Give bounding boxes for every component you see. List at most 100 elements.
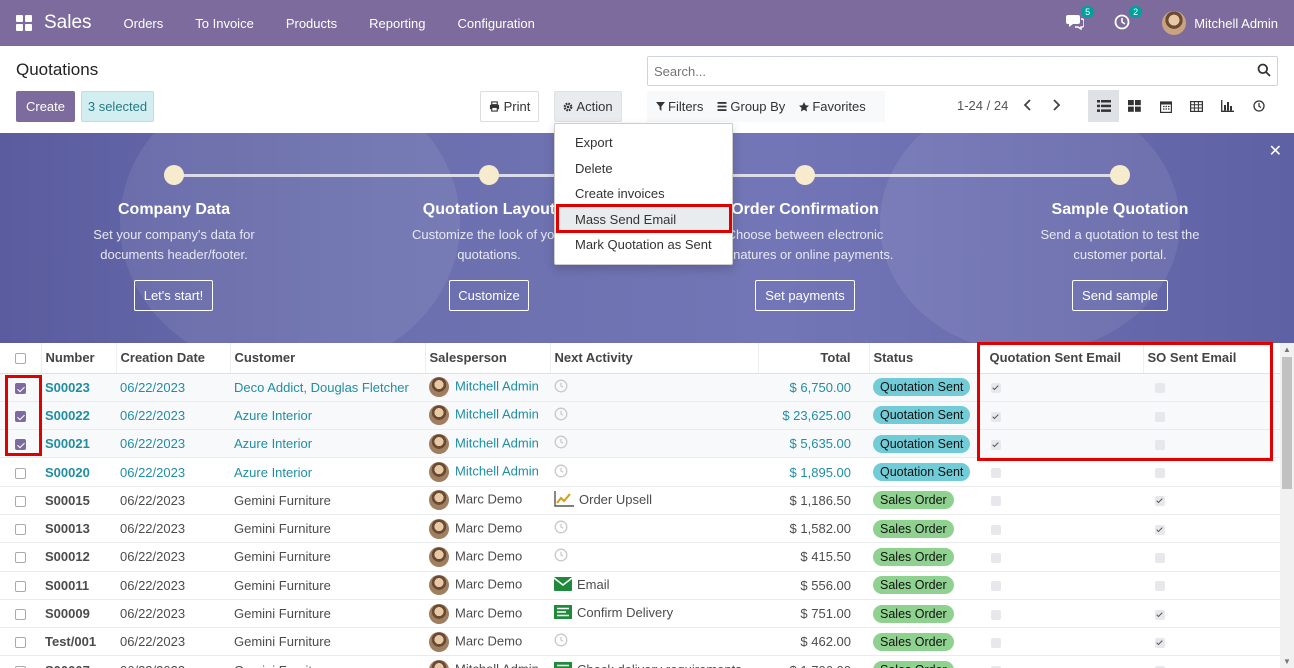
cell-total[interactable]: $ 415.50 (758, 542, 869, 572)
app-name[interactable]: Sales (44, 12, 92, 34)
close-icon[interactable]: ✕ (1269, 141, 1282, 161)
table-row[interactable]: S00020 06/22/2023 Azure Interior Mitchell A… (0, 457, 1280, 487)
col-salesperson[interactable]: Salesperson (425, 343, 551, 374)
page-title[interactable]: Quotations (16, 60, 98, 80)
clock-icon[interactable] (554, 407, 568, 424)
cell-next-activity[interactable] (550, 514, 758, 544)
table-row[interactable]: S00011 06/22/2023 Gemini Furniture Marc Dem… (0, 571, 1280, 600)
cell-total[interactable]: $ 23,625.00 (758, 401, 869, 431)
clock-icon[interactable] (554, 633, 568, 650)
cell-status[interactable]: Sales Order (869, 655, 979, 668)
select-all-checkbox[interactable] (14, 353, 26, 365)
cell-number[interactable]: S00007 (41, 655, 116, 668)
row-checkbox[interactable] (15, 467, 26, 479)
cell-status[interactable]: Quotation Sent (869, 457, 979, 487)
cell-next-activity[interactable]: Confirm Delivery (550, 599, 758, 629)
table-row[interactable]: S00009 06/22/2023 Gemini Furniture Marc Dem… (0, 599, 1280, 629)
cell-number[interactable]: S00011 (41, 571, 116, 600)
cell-total[interactable]: $ 5,635.00 (758, 429, 869, 459)
cell-salesperson[interactable]: Marc Demo (425, 599, 550, 629)
row-checkbox[interactable] (15, 609, 26, 621)
cell-number[interactable]: S00009 (41, 599, 116, 629)
action-button[interactable]: Action (554, 91, 622, 122)
pivot-view-button[interactable] (1181, 90, 1212, 122)
row-checkbox[interactable] (15, 580, 26, 592)
cell-status[interactable]: Sales Order (869, 599, 979, 629)
cell-salesperson[interactable]: Mitchell Admin (425, 429, 550, 459)
customize-button[interactable]: Customize (449, 280, 529, 311)
clock-icon[interactable] (554, 520, 568, 537)
cell-creation-date[interactable]: 06/22/2023 (116, 457, 230, 487)
cell-status[interactable]: Sales Order (869, 542, 979, 572)
cell-total[interactable]: $ 1,582.00 (758, 514, 869, 544)
create-button[interactable]: Create (16, 91, 75, 122)
col-customer[interactable]: Customer (230, 343, 426, 374)
pager-value[interactable]: 1-24 / 24 (957, 98, 1008, 113)
table-row[interactable]: S00012 06/22/2023 Gemini Furniture Marc Dem… (0, 542, 1280, 572)
apps-menu-icon[interactable] (0, 0, 48, 46)
row-checkbox[interactable] (15, 637, 26, 649)
cell-creation-date[interactable]: 06/22/2023 (116, 514, 230, 544)
menu-item-export[interactable]: Export (555, 130, 732, 156)
cell-salesperson[interactable]: Marc Demo (425, 571, 550, 600)
cell-customer[interactable]: Azure Interior (230, 429, 425, 459)
cell-next-activity[interactable] (550, 401, 758, 431)
cell-salesperson[interactable]: Marc Demo (425, 486, 550, 515)
cell-next-activity[interactable] (550, 429, 758, 459)
favorites-button[interactable]: Favorites (790, 99, 870, 114)
scrollbar-thumb[interactable] (1282, 357, 1292, 489)
cell-customer[interactable]: Azure Interior (230, 457, 425, 487)
col-number[interactable]: Number (41, 343, 117, 374)
menu-products[interactable]: Products (270, 16, 353, 31)
cell-salesperson[interactable]: Marc Demo (425, 514, 550, 544)
cell-creation-date[interactable]: 06/22/2023 (116, 401, 230, 431)
cell-next-activity[interactable] (550, 542, 758, 572)
cell-status[interactable]: Quotation Sent (869, 429, 979, 459)
cell-next-activity[interactable]: Order Upsell (550, 486, 758, 515)
set-payments-button[interactable]: Set payments (755, 280, 855, 311)
table-row[interactable]: Test/001 06/22/2023 Gemini Furniture Marc D… (0, 627, 1280, 657)
clock-icon[interactable] (554, 379, 568, 396)
cell-customer[interactable]: Deco Addict, Douglas Fletcher (230, 373, 425, 402)
cell-salesperson[interactable]: Marc Demo (425, 542, 550, 572)
row-checkbox[interactable] (15, 552, 26, 564)
row-checkbox[interactable] (15, 495, 26, 507)
table-scrollbar[interactable]: ▲ ▼ (1280, 343, 1294, 668)
cell-customer[interactable]: Azure Interior (230, 401, 425, 431)
kanban-view-button[interactable] (1119, 90, 1150, 122)
cell-customer[interactable]: Gemini Furniture (230, 655, 425, 668)
chevron-right-icon[interactable] (1048, 97, 1064, 113)
row-checkbox[interactable] (15, 524, 26, 536)
cell-customer[interactable]: Gemini Furniture (230, 514, 425, 544)
menu-configuration[interactable]: Configuration (442, 16, 551, 31)
cell-number[interactable]: S00023 (41, 373, 116, 402)
table-row[interactable]: S00013 06/22/2023 Gemini Furniture Marc Dem… (0, 514, 1280, 544)
todo-list-icon[interactable] (554, 605, 572, 622)
lets-start-button[interactable]: Let's start! (134, 280, 213, 311)
cell-total[interactable]: $ 462.00 (758, 627, 869, 657)
step-title-company-data[interactable]: Company Data (54, 201, 294, 219)
col-status[interactable]: Status (869, 343, 980, 374)
user-name[interactable]: Mitchell Admin (1194, 16, 1278, 31)
cell-salesperson[interactable]: Marc Demo (425, 627, 550, 657)
search-input[interactable] (648, 57, 1238, 85)
cell-number[interactable]: S00013 (41, 514, 116, 544)
groupby-button[interactable]: Group By (708, 99, 790, 114)
cell-number[interactable]: S00021 (41, 429, 116, 459)
cell-next-activity[interactable] (550, 457, 758, 487)
calendar-view-button[interactable] (1150, 90, 1181, 122)
cell-number[interactable]: Test/001 (41, 627, 116, 657)
table-row[interactable]: S00015 06/22/2023 Gemini Furniture Marc Dem… (0, 486, 1280, 515)
cell-number[interactable]: S00015 (41, 486, 116, 515)
cell-customer[interactable]: Gemini Furniture (230, 486, 425, 515)
cell-creation-date[interactable]: 06/22/2023 (116, 542, 230, 572)
scroll-down-icon[interactable]: ▼ (1283, 657, 1291, 666)
cell-creation-date[interactable]: 06/22/2023 (116, 486, 230, 515)
chevron-left-icon[interactable] (1020, 97, 1036, 113)
cell-status[interactable]: Quotation Sent (869, 401, 979, 431)
cell-number[interactable]: S00022 (41, 401, 116, 431)
cell-total[interactable]: $ 751.00 (758, 599, 869, 629)
cell-creation-date[interactable]: 06/22/2023 (116, 571, 230, 600)
clock-icon[interactable] (554, 548, 568, 565)
email-icon[interactable] (553, 576, 573, 594)
